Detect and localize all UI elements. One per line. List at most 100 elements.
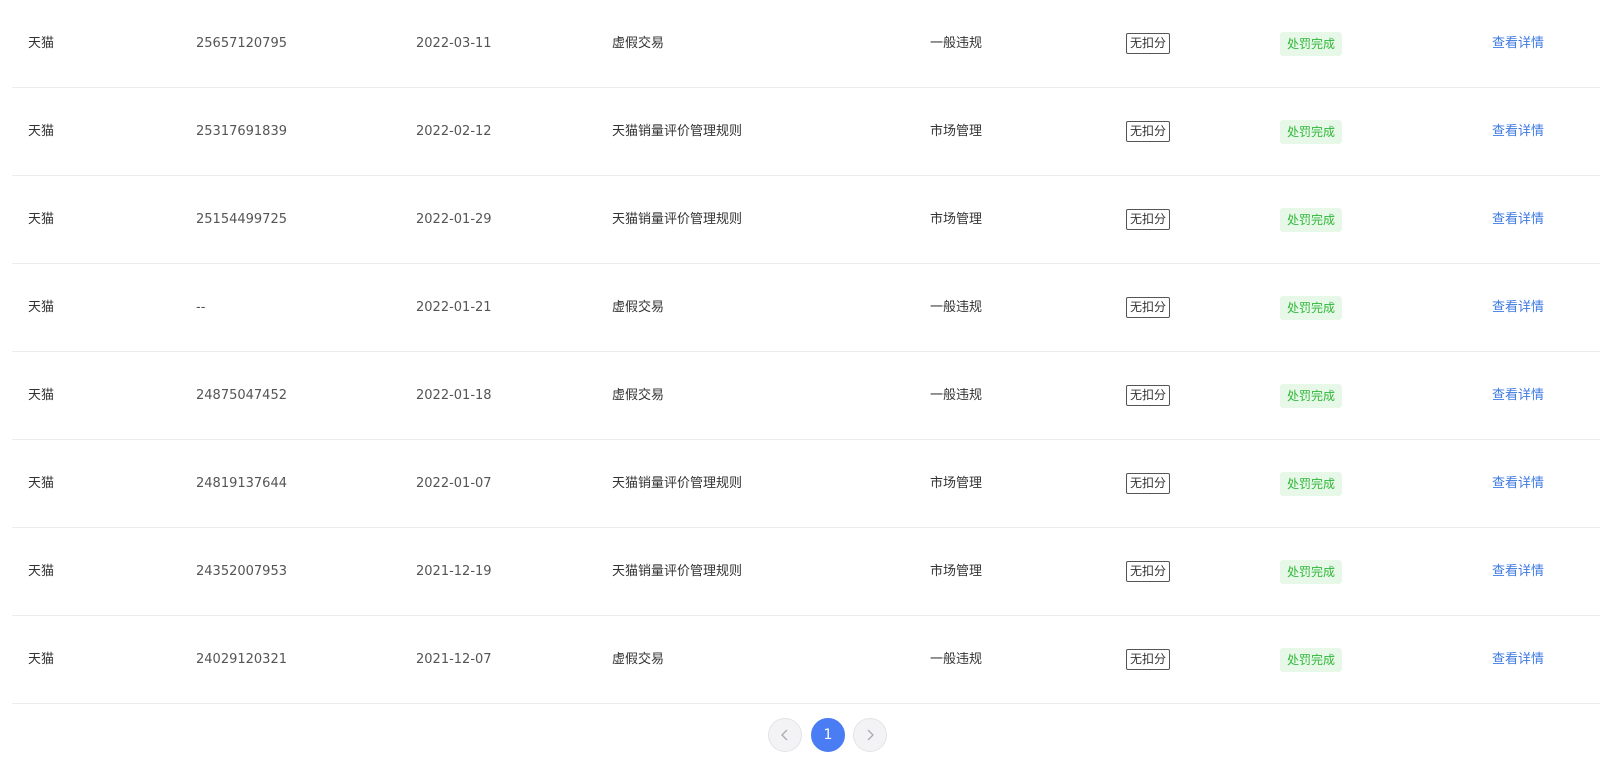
date-cell: 2022-01-18	[416, 388, 492, 403]
status-cell: 处罚完成	[1280, 88, 1343, 176]
view-details-link[interactable]: 查看详情	[1492, 300, 1544, 315]
deduction-badge: 无扣分	[1126, 297, 1171, 318]
platform-cell: 天猫	[28, 212, 55, 227]
view-details-link[interactable]: 查看详情	[1492, 124, 1544, 139]
order-id-cell: 24875047452	[196, 388, 287, 403]
action-cell: 查看详情	[1492, 352, 1544, 440]
date-cell: 2022-03-11	[416, 36, 492, 51]
platform-cell: 天猫	[28, 36, 55, 51]
violation-type-cell: 一般违规	[930, 652, 983, 667]
status-badge: 处罚完成	[1280, 31, 1343, 56]
deduction-badge: 无扣分	[1126, 385, 1171, 406]
action-cell: 查看详情	[1492, 440, 1544, 528]
platform-cell: 天猫	[28, 652, 55, 667]
platform-cell: 天猫	[28, 300, 55, 315]
deduction-badge: 无扣分	[1126, 649, 1171, 670]
table-row: 天猫 25317691839 2022-02-12 天猫销量评价管理规则 市场管理 无扣分…	[12, 88, 1600, 176]
status-badge: 处罚完成	[1280, 207, 1343, 232]
violation-type-cell: 市场管理	[930, 564, 983, 579]
platform-cell: 天猫	[28, 564, 55, 579]
score-cell: 无扣分	[1126, 440, 1171, 528]
status-badge: 处罚完成	[1280, 119, 1343, 144]
violation-type-cell: 市场管理	[930, 476, 983, 491]
view-details-link[interactable]: 查看详情	[1492, 36, 1544, 51]
action-cell: 查看详情	[1492, 528, 1544, 616]
penalty-records-table: 天猫 25657120795 2022-03-11 虚假交易 一般违规 无扣分 处罚完成 查看…	[12, 0, 1600, 704]
pagination: 1	[0, 718, 1600, 754]
table-row: 天猫 24819137644 2022-01-07 天猫销量评价管理规则 市场管理 无扣分…	[12, 440, 1600, 528]
violation-type-cell: 一般违规	[930, 388, 983, 403]
status-cell: 处罚完成	[1280, 0, 1343, 88]
date-cell: 2022-01-07	[416, 476, 492, 491]
violation-type-cell: 市场管理	[930, 212, 983, 227]
table-row: 天猫 24029120321 2021-12-07 虚假交易 一般违规 无扣分 处罚完成 查看…	[12, 616, 1600, 704]
order-id-cell: 25154499725	[196, 212, 287, 227]
rule-cell: 虚假交易	[612, 300, 665, 315]
view-details-link[interactable]: 查看详情	[1492, 388, 1544, 403]
score-cell: 无扣分	[1126, 264, 1171, 352]
score-cell: 无扣分	[1126, 616, 1171, 704]
view-details-link[interactable]: 查看详情	[1492, 564, 1544, 579]
status-cell: 处罚完成	[1280, 352, 1343, 440]
rule-cell: 天猫销量评价管理规则	[612, 476, 743, 491]
rule-cell: 虚假交易	[612, 652, 665, 667]
deduction-badge: 无扣分	[1126, 473, 1171, 494]
score-cell: 无扣分	[1126, 0, 1171, 88]
deduction-badge: 无扣分	[1126, 33, 1171, 54]
order-id-cell: 24352007953	[196, 564, 287, 579]
platform-cell: 天猫	[28, 124, 55, 139]
date-cell: 2022-01-21	[416, 300, 492, 315]
order-id-cell: 24029120321	[196, 652, 287, 667]
status-cell: 处罚完成	[1280, 616, 1343, 704]
deduction-badge: 无扣分	[1126, 121, 1171, 142]
deduction-badge: 无扣分	[1126, 561, 1171, 582]
rule-cell: 天猫销量评价管理规则	[612, 212, 743, 227]
rule-cell: 虚假交易	[612, 388, 665, 403]
violation-type-cell: 市场管理	[930, 124, 983, 139]
view-details-link[interactable]: 查看详情	[1492, 476, 1544, 491]
table-row: 天猫 24875047452 2022-01-18 虚假交易 一般违规 无扣分 处罚完成 查看…	[12, 352, 1600, 440]
action-cell: 查看详情	[1492, 176, 1544, 264]
status-cell: 处罚完成	[1280, 528, 1343, 616]
score-cell: 无扣分	[1126, 176, 1171, 264]
order-id-cell: --	[196, 300, 206, 315]
platform-cell: 天猫	[28, 476, 55, 491]
score-cell: 无扣分	[1126, 88, 1171, 176]
violation-type-cell: 一般违规	[930, 36, 983, 51]
next-page-button[interactable]	[853, 718, 887, 752]
table-row: 天猫 25657120795 2022-03-11 虚假交易 一般违规 无扣分 处罚完成 查看…	[12, 0, 1600, 88]
status-cell: 处罚完成	[1280, 264, 1343, 352]
score-cell: 无扣分	[1126, 352, 1171, 440]
status-badge: 处罚完成	[1280, 471, 1343, 496]
status-cell: 处罚完成	[1280, 440, 1343, 528]
order-id-cell: 25317691839	[196, 124, 287, 139]
table-row: 天猫 25154499725 2022-01-29 天猫销量评价管理规则 市场管理 无扣分…	[12, 176, 1600, 264]
date-cell: 2021-12-19	[416, 564, 492, 579]
violation-type-cell: 一般违规	[930, 300, 983, 315]
date-cell: 2021-12-07	[416, 652, 492, 667]
order-id-cell: 24819137644	[196, 476, 287, 491]
action-cell: 查看详情	[1492, 88, 1544, 176]
date-cell: 2022-02-12	[416, 124, 492, 139]
action-cell: 查看详情	[1492, 264, 1544, 352]
date-cell: 2022-01-29	[416, 212, 492, 227]
rule-cell: 天猫销量评价管理规则	[612, 564, 743, 579]
order-id-cell: 25657120795	[196, 36, 287, 51]
chevron-right-icon	[867, 729, 874, 741]
table-row: 天猫 -- 2022-01-21 虚假交易 一般违规 无扣分 处罚完成 查看详情	[12, 264, 1600, 352]
table-row: 天猫 24352007953 2021-12-19 天猫销量评价管理规则 市场管理 无扣分…	[12, 528, 1600, 616]
rule-cell: 天猫销量评价管理规则	[612, 124, 743, 139]
view-details-link[interactable]: 查看详情	[1492, 652, 1544, 667]
page-number-current[interactable]: 1	[811, 718, 845, 752]
deduction-badge: 无扣分	[1126, 209, 1171, 230]
score-cell: 无扣分	[1126, 528, 1171, 616]
view-details-link[interactable]: 查看详情	[1492, 212, 1544, 227]
prev-page-button[interactable]	[768, 718, 802, 752]
status-badge: 处罚完成	[1280, 559, 1343, 584]
action-cell: 查看详情	[1492, 0, 1544, 88]
chevron-left-icon	[781, 729, 788, 741]
platform-cell: 天猫	[28, 388, 55, 403]
status-badge: 处罚完成	[1280, 295, 1343, 320]
action-cell: 查看详情	[1492, 616, 1544, 704]
status-badge: 处罚完成	[1280, 383, 1343, 408]
